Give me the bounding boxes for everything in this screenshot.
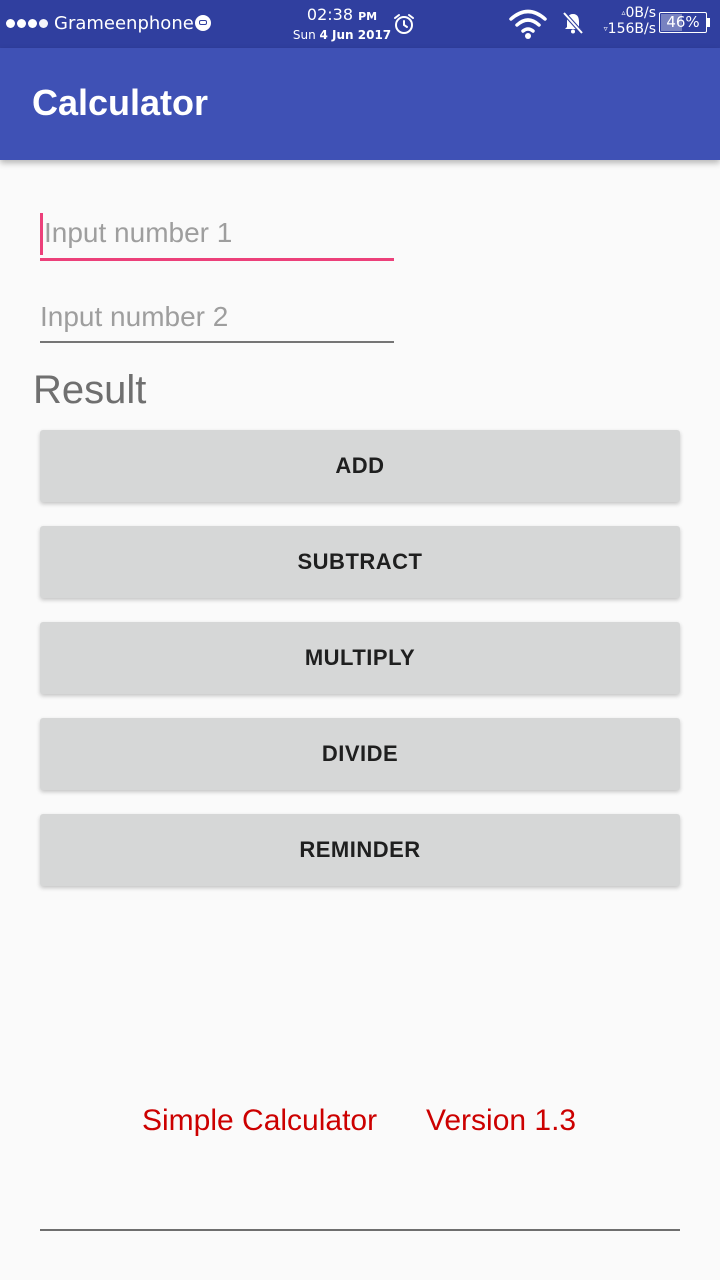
input-number-1[interactable] xyxy=(40,213,398,253)
input-number-1-field xyxy=(40,213,398,261)
footer-app-name: Simple Calculator xyxy=(142,1104,378,1137)
footer-version: Version 1.3 xyxy=(426,1104,577,1137)
clock-date: 4 Jun 2017 xyxy=(319,28,392,42)
clock-ampm: PM xyxy=(358,10,378,23)
network-speed: ▵0B/s ▿156B/s xyxy=(594,5,656,37)
input-number-2[interactable] xyxy=(40,297,394,337)
battery-percent: 46% xyxy=(666,13,700,31)
input-number-2-underline xyxy=(40,341,394,343)
app-bar: Calculator xyxy=(0,48,720,160)
subtract-button[interactable]: SUBTRACT xyxy=(40,526,680,598)
bell-off-icon xyxy=(562,11,584,35)
bottom-divider xyxy=(40,1229,680,1231)
multiply-button[interactable]: MULTIPLY xyxy=(40,622,680,694)
battery-tip xyxy=(707,18,710,27)
result-label: Result xyxy=(33,368,147,412)
input-number-1-underline xyxy=(40,258,394,261)
wifi-icon xyxy=(509,9,547,39)
carrier-name: Grameenphone xyxy=(54,13,194,34)
divide-button[interactable]: DIVIDE xyxy=(40,718,680,790)
download-speed: 156B/s xyxy=(607,21,656,37)
status-bar: Grameenphone 02:38 PM Sun 4 Jun 2017 ▵0B… xyxy=(0,0,720,48)
clock: 02:38 PM Sun 4 Jun 2017 xyxy=(282,6,402,43)
signal-strength-icon xyxy=(6,19,48,28)
add-button[interactable]: ADD xyxy=(40,430,680,502)
reminder-button[interactable]: REMINDER xyxy=(40,814,680,886)
carrier-badge-icon xyxy=(195,15,211,31)
battery-icon: 46% xyxy=(659,12,707,33)
input-number-2-field xyxy=(40,297,394,343)
text-cursor xyxy=(40,213,43,255)
upload-speed: 0B/s xyxy=(625,5,656,21)
app-title: Calculator xyxy=(32,82,209,123)
clock-date-day: Sun xyxy=(292,28,316,42)
alarm-icon xyxy=(394,14,414,34)
clock-time: 02:38 xyxy=(306,5,353,24)
